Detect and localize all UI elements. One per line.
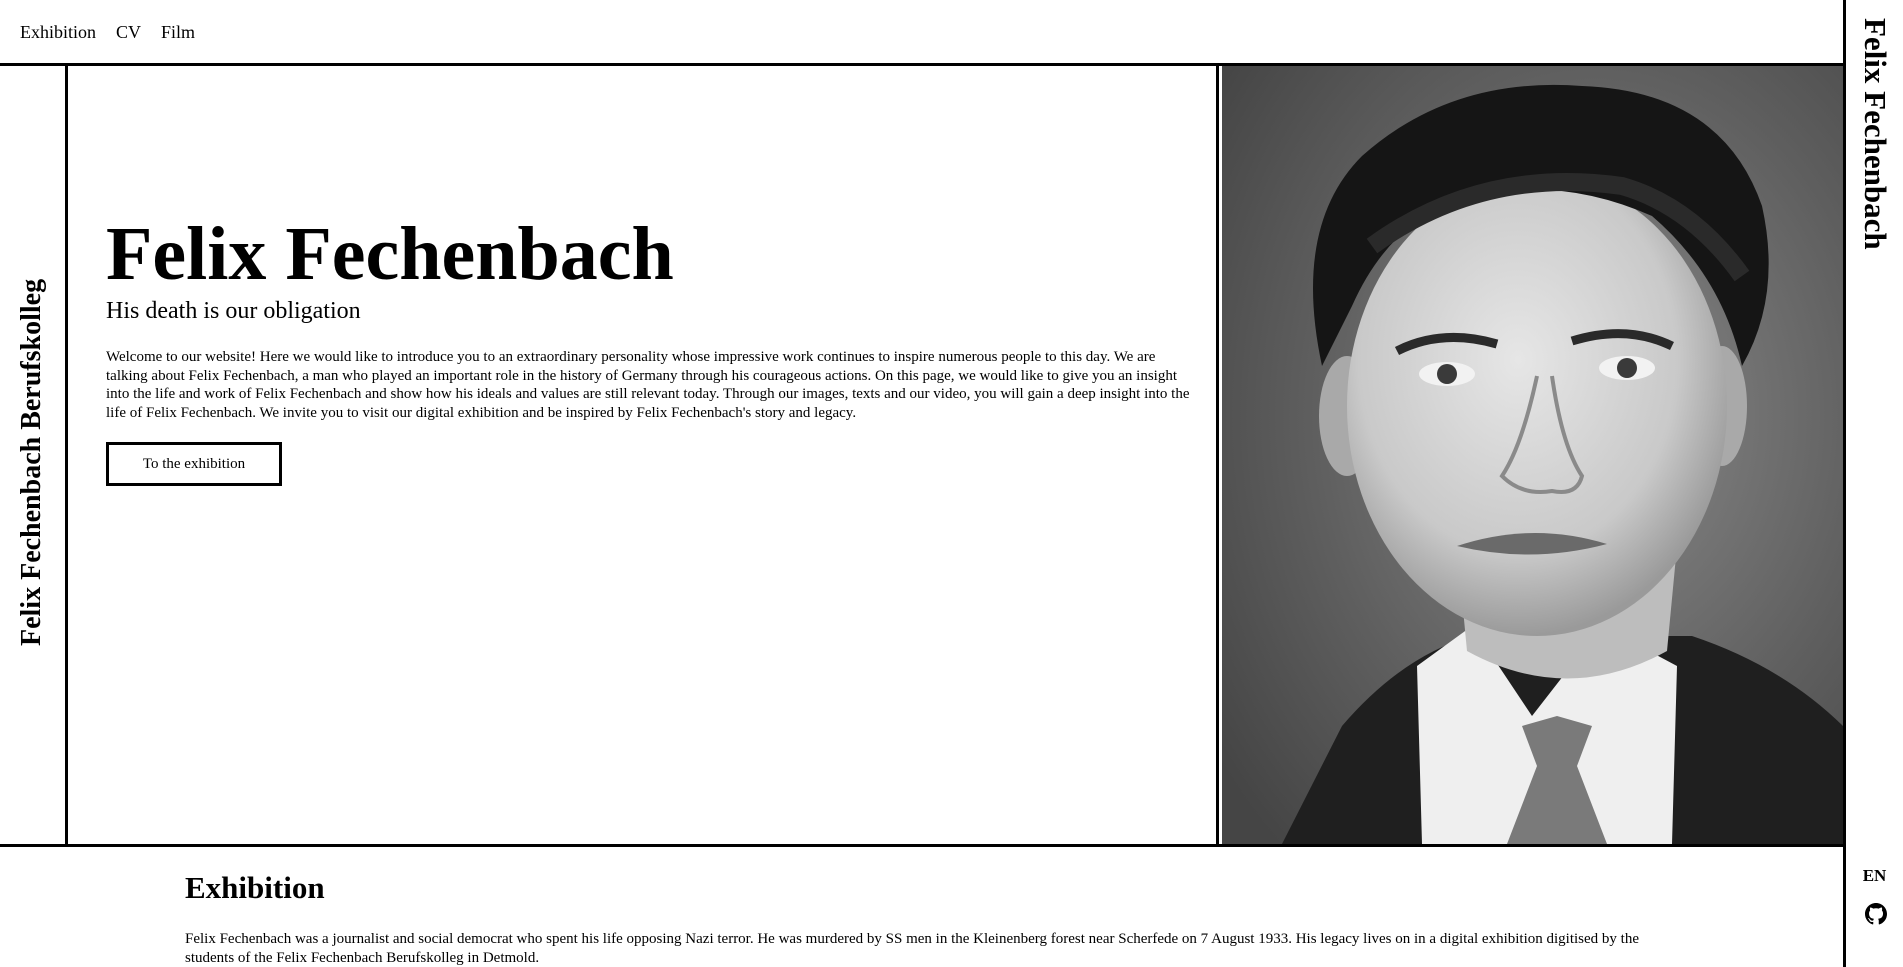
exhibition-section: Exhibition Felix Fechenbach was a journa… [0, 850, 1843, 967]
page-title: Felix Fechenbach [106, 212, 674, 296]
hero-content: Felix Fechenbach His death is our obliga… [68, 66, 1219, 844]
nav-item-cv: CV [116, 22, 141, 43]
right-rail: Felix Fechenbach EN [1843, 0, 1903, 967]
nav-link-exhibition[interactable]: Exhibition [20, 22, 96, 42]
intro-text: Welcome to our website! Here we would li… [106, 349, 1190, 421]
side-label: Felix Fechenbach Berufskolleg [16, 278, 47, 646]
portrait-illustration [1222, 66, 1843, 844]
to-exhibition-button[interactable]: To the exhibition [106, 442, 282, 486]
github-icon[interactable] [1865, 903, 1887, 925]
top-navigation: Exhibition CV Film [0, 0, 1843, 66]
rail-title-container: Felix Fechenbach [1846, 0, 1903, 290]
portrait-image [1222, 66, 1843, 844]
nav-link-film[interactable]: Film [161, 22, 195, 42]
page-subtitle: His death is our obligation [106, 298, 361, 324]
hero-section: Felix Fechenbach Berufskolleg Felix Fech… [0, 66, 1843, 847]
nav-list: Exhibition CV Film [20, 22, 195, 43]
language-switch[interactable]: EN [1846, 866, 1903, 886]
rail-title: Felix Fechenbach [1857, 18, 1893, 250]
exhibition-heading: Exhibition [185, 870, 325, 905]
side-label-column: Felix Fechenbach Berufskolleg [0, 66, 68, 844]
nav-item-exhibition: Exhibition [20, 22, 96, 43]
nav-item-film: Film [161, 22, 195, 43]
exhibition-text: Felix Fechenbach was a journalist and so… [185, 931, 1639, 966]
github-icon-graphic [1865, 903, 1887, 925]
nav-link-cv[interactable]: CV [116, 22, 141, 42]
